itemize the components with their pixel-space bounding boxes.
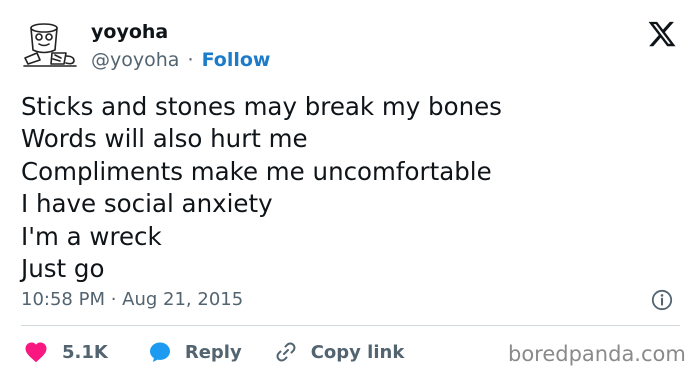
like-button[interactable]: 5.1K: [24, 341, 108, 363]
tweet-timestamp[interactable]: 10:58 PM · Aug 21, 2015: [21, 287, 243, 313]
like-count: 5.1K: [62, 341, 108, 363]
reply-label: Reply: [184, 341, 242, 363]
tweet-line: I have social anxiety: [21, 189, 273, 219]
watermark: boredpanda.com: [508, 342, 686, 366]
action-bar: 5.1K Reply Copy link: [24, 338, 404, 366]
doodle-avatar-icon[interactable]: [22, 20, 78, 70]
speech-bubble-icon: [149, 342, 170, 362]
tweet-text: Sticks and stones may break my bones Wor…: [21, 91, 502, 285]
author-name[interactable]: yoyoha: [91, 19, 168, 45]
copy-link-button[interactable]: Copy link: [274, 340, 405, 364]
separator-dot: ·: [187, 49, 194, 71]
tweet-line: Words will also hurt me: [21, 124, 308, 154]
author-handle[interactable]: @yoyoha: [91, 49, 179, 71]
tweet-line: Compliments make me uncomfortable: [21, 156, 492, 186]
link-icon: [276, 342, 296, 362]
tweet-line: Sticks and stones may break my bones: [21, 92, 502, 121]
tweet-line: I'm a wreck: [21, 221, 162, 251]
copy-link-label: Copy link: [310, 341, 405, 363]
divider: [21, 325, 680, 326]
tweet-line: Just go: [21, 253, 105, 283]
follow-button[interactable]: Follow: [202, 49, 271, 71]
reply-button[interactable]: Reply: [148, 340, 242, 364]
heart-icon: [25, 342, 47, 363]
info-icon[interactable]: [651, 289, 673, 311]
author-handle-row: @yoyoha · Follow: [91, 47, 270, 73]
x-logo-icon[interactable]: [647, 19, 677, 49]
